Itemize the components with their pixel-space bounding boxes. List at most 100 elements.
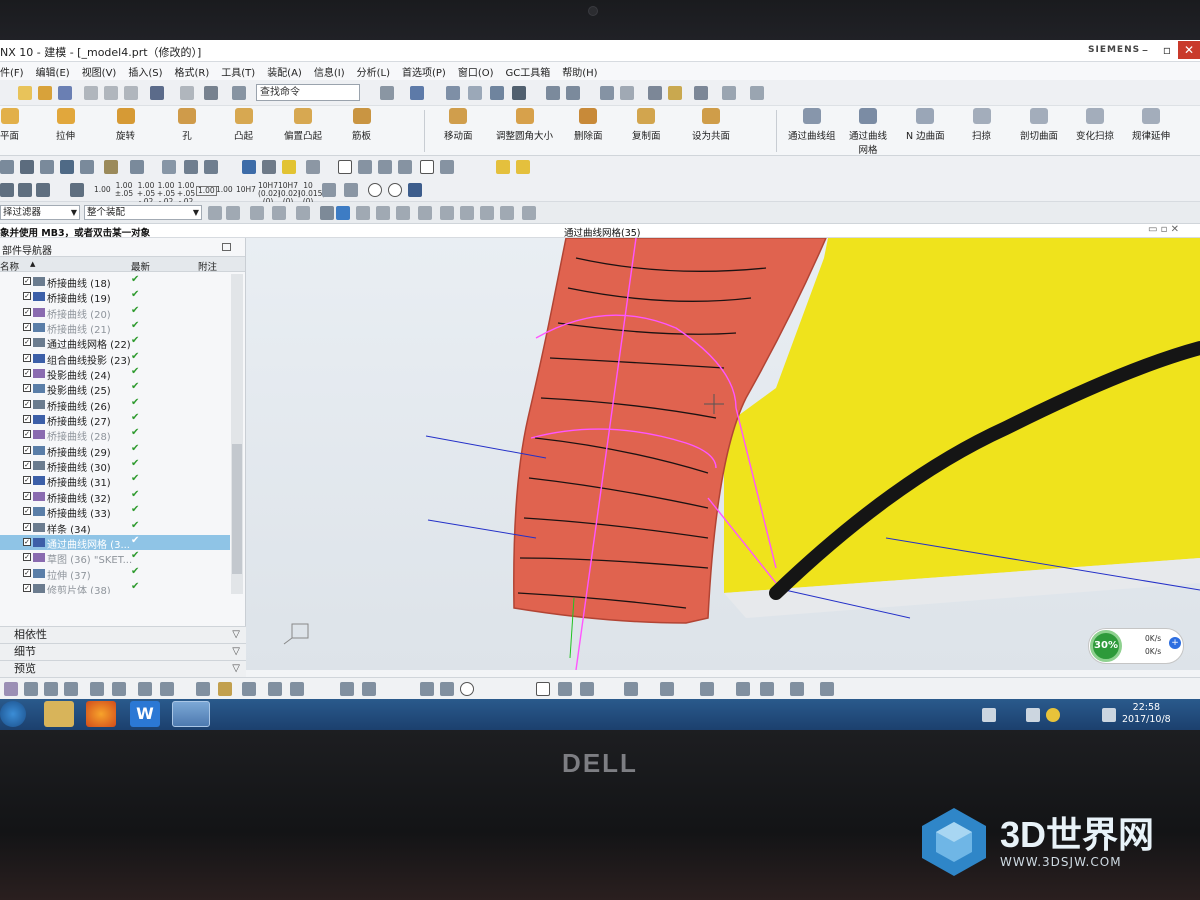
tree-item[interactable]: ✓ 桥接曲线 (20) ✔ xyxy=(0,305,230,321)
arc-tool-icon[interactable] xyxy=(362,682,376,696)
ordinate-dim-icon[interactable] xyxy=(70,183,84,197)
redo-icon[interactable] xyxy=(180,86,194,100)
trim-icon[interactable] xyxy=(268,682,282,696)
cylinder-icon[interactable] xyxy=(242,160,256,174)
snap-point-icon[interactable] xyxy=(208,206,222,220)
pan-icon[interactable] xyxy=(490,86,504,100)
tree-item[interactable]: ✓ 桥接曲线 (28) ✔ xyxy=(0,427,230,443)
datum-plane-button[interactable]: 平面 xyxy=(0,108,19,142)
variational-sweep-button[interactable]: 变化扫掠 xyxy=(1076,108,1114,142)
fillet-icon[interactable] xyxy=(138,682,152,696)
unite-icon[interactable] xyxy=(130,160,144,174)
image-icon[interactable] xyxy=(398,160,412,174)
arc-icon[interactable] xyxy=(90,682,104,696)
studio-spline-icon[interactable] xyxy=(558,682,572,696)
tree-item[interactable]: ✓ 桥接曲线 (26) ✔ xyxy=(0,397,230,413)
delete-face-button[interactable]: 删除面 xyxy=(574,108,603,142)
shell-icon[interactable] xyxy=(40,160,54,174)
triangle-icon[interactable] xyxy=(338,160,352,174)
intersection-icon[interactable] xyxy=(418,206,432,220)
menu-info[interactable]: 信息(I) xyxy=(314,64,345,79)
menu-assembly[interactable]: 装配(A) xyxy=(267,64,302,79)
undo-icon[interactable] xyxy=(150,86,164,100)
close-icon[interactable]: ✕ xyxy=(1178,41,1200,59)
visibility-checkbox[interactable]: ✓ xyxy=(23,307,31,316)
select-all-icon[interactable] xyxy=(226,206,240,220)
tree-item[interactable]: ✓ 桥接曲线 (30) ✔ xyxy=(0,458,230,474)
edge-blend-icon[interactable] xyxy=(0,160,14,174)
analysis-icon[interactable] xyxy=(668,86,682,100)
circle-icon[interactable] xyxy=(64,682,78,696)
menu-preferences[interactable]: 首选项(P) xyxy=(402,64,446,79)
precision-button-2[interactable]: 1.00 ±.05 xyxy=(114,182,134,198)
selection-scope-dropdown[interactable]: 整个装配 ▼ xyxy=(84,205,202,220)
tree-item[interactable]: ✓ 桥接曲线 (19) ✔ xyxy=(0,289,230,305)
mirror-icon[interactable] xyxy=(196,682,210,696)
extrude-button[interactable]: 拉伸 xyxy=(56,108,75,142)
spline-icon[interactable] xyxy=(112,682,126,696)
tolerance-button-1[interactable]: 10H7 xyxy=(236,186,256,194)
arc-center-icon[interactable] xyxy=(440,206,454,220)
panel-details[interactable]: 细节 ▽ xyxy=(0,643,246,660)
precision-button-1[interactable]: 1.00 xyxy=(94,186,111,194)
tree-item[interactable]: ✓ 桥接曲线 (29) ✔ xyxy=(0,443,230,459)
column-name[interactable]: 名称 xyxy=(0,259,19,273)
model-view[interactable] xyxy=(246,238,1200,670)
rotate-icon[interactable] xyxy=(512,86,526,100)
tree-item[interactable]: ✓ 通过曲线网格 (3... ✔ xyxy=(0,534,230,551)
rib-button[interactable]: 筋板 xyxy=(352,108,371,142)
visibility-checkbox[interactable]: ✓ xyxy=(23,553,31,562)
intersect-curve-icon[interactable] xyxy=(660,682,674,696)
vertical-scrollbar[interactable] xyxy=(231,274,243,594)
tree-item[interactable]: ✓ 组合曲线投影 (23) ✔ xyxy=(0,351,230,367)
line-tool-icon[interactable] xyxy=(340,682,354,696)
visibility-checkbox[interactable]: ✓ xyxy=(23,537,31,546)
tree-item[interactable]: ✓ 通过曲线网格 (22) ✔ xyxy=(0,335,230,351)
system-clock[interactable]: 22:58 2017/10/8 xyxy=(1122,702,1171,726)
through-curves-button[interactable]: 通过曲线组 xyxy=(788,108,836,142)
radial-dim-icon[interactable] xyxy=(18,183,32,197)
component-icon[interactable] xyxy=(516,160,530,174)
visibility-checkbox[interactable]: ✓ xyxy=(23,353,31,362)
shaded-icon[interactable] xyxy=(336,206,350,220)
pattern-icon[interactable] xyxy=(104,160,118,174)
zoom-icon[interactable] xyxy=(468,86,482,100)
tray-network-icon[interactable] xyxy=(982,708,996,722)
tree-item[interactable]: ✓ 桥接曲线 (31) ✔ xyxy=(0,473,230,489)
network-monitor-widget[interactable]: 30% 0K/s 0K/s + xyxy=(1088,628,1184,664)
tree-item[interactable]: ✓ 草图 (36) "SKET... ✔ xyxy=(0,550,230,566)
revolve-button[interactable]: 旋转 xyxy=(116,108,135,142)
copy-icon[interactable] xyxy=(104,86,118,100)
show-hide-icon[interactable] xyxy=(600,86,614,100)
menu-edit[interactable]: 编辑(E) xyxy=(36,64,70,79)
tree-item[interactable]: ✓ 桥接曲线 (18) ✔ xyxy=(0,274,230,290)
point-tool-icon[interactable] xyxy=(580,682,594,696)
point-on-curve-icon[interactable] xyxy=(480,206,494,220)
divide-curve-icon[interactable] xyxy=(820,682,834,696)
midpoint-snap-icon[interactable] xyxy=(376,206,390,220)
save-icon[interactable] xyxy=(58,86,72,100)
sketch-icon[interactable] xyxy=(4,682,18,696)
select-mode-icon[interactable] xyxy=(296,206,310,220)
tree-item[interactable]: ✓ 桥接曲线 (27) ✔ xyxy=(0,412,230,428)
visibility-checkbox[interactable]: ✓ xyxy=(23,461,31,470)
menu-gc-toolbox[interactable]: GC工具箱 xyxy=(506,64,551,79)
split-body-icon[interactable] xyxy=(80,160,94,174)
visibility-checkbox[interactable]: ✓ xyxy=(23,583,31,592)
panel-dependencies[interactable]: 相依性 ▽ xyxy=(0,626,246,643)
command-finder-icon[interactable] xyxy=(232,86,246,100)
nx-app-icon[interactable] xyxy=(172,701,210,727)
n-sided-surface-button[interactable]: N 边曲面 xyxy=(906,108,945,142)
tree-item[interactable]: ✓ 投影曲线 (24) ✔ xyxy=(0,366,230,382)
offset-surface-icon[interactable] xyxy=(184,160,198,174)
table-icon[interactable] xyxy=(358,160,372,174)
tree-item[interactable]: ✓ 拉伸 (37) ✔ xyxy=(0,566,230,582)
layer-icon[interactable] xyxy=(566,86,580,100)
emboss-button[interactable]: 凸起 xyxy=(234,108,253,142)
curve-tool-icon[interactable] xyxy=(420,682,434,696)
wps-writer-icon[interactable]: W xyxy=(130,701,160,727)
snap-view-icon[interactable] xyxy=(380,86,394,100)
visibility-checkbox[interactable]: ✓ xyxy=(23,323,31,332)
text-icon[interactable] xyxy=(322,183,336,197)
tray-keyboard-icon[interactable] xyxy=(1026,708,1040,722)
